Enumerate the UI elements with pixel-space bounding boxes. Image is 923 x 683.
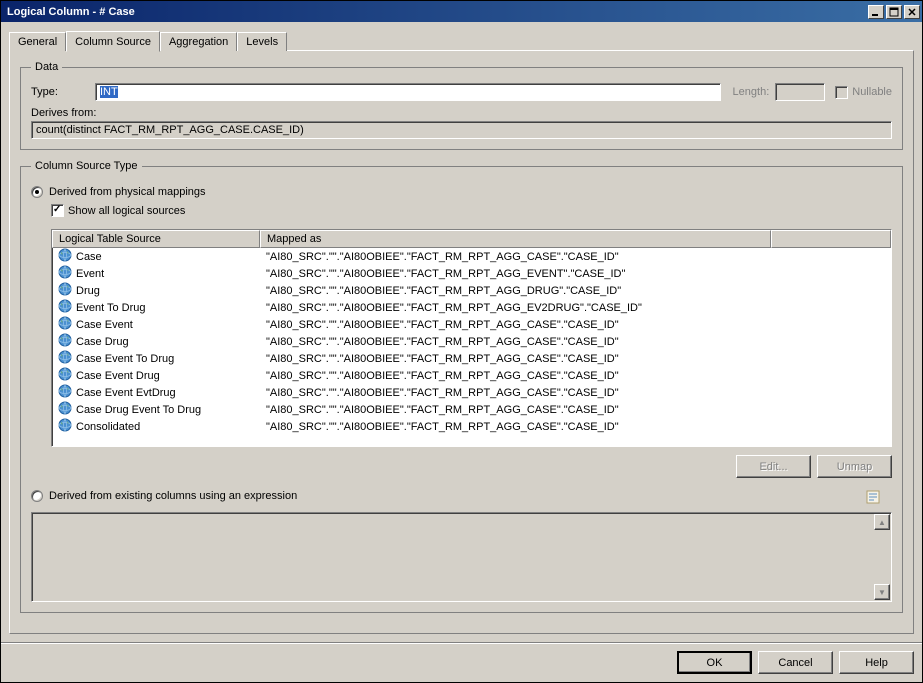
show-all-checkbox[interactable] (51, 204, 64, 217)
scroll-up-button[interactable]: ▲ (874, 514, 890, 530)
table-row[interactable]: Case "AI80_SRC".""."AI80OBIEE"."FACT_RM_R… (52, 248, 891, 265)
source-name: Drug (76, 285, 100, 297)
type-field[interactable]: INT (95, 83, 721, 101)
radio-physical-mappings[interactable] (31, 186, 43, 198)
source-name: Consolidated (76, 421, 140, 433)
scrollbar: ▲ ▼ (874, 514, 890, 600)
mapped-as-value: "AI80_SRC".""."AI80OBIEE"."FACT_RM_RPT_A… (260, 404, 891, 416)
table-row[interactable]: Event "AI80_SRC".""."AI80OBIEE"."FACT_RM_… (52, 265, 891, 282)
derives-field: count(distinct FACT_RM_RPT_AGG_CASE.CASE… (31, 121, 892, 139)
tab-column-source[interactable]: Column Source (66, 31, 160, 52)
tabs: General Column Source Aggregation Levels (9, 30, 914, 51)
window-title: Logical Column - # Case (3, 6, 866, 18)
source-legend: Column Source Type (31, 160, 142, 172)
source-name: Case Drug (76, 336, 129, 348)
globe-icon (58, 265, 72, 282)
table-row[interactable]: Case Event To Drug "AI80_SRC".""."AI80OBI… (52, 350, 891, 367)
close-button[interactable] (904, 5, 920, 19)
globe-icon (58, 299, 72, 316)
mapped-as-value: "AI80_SRC".""."AI80OBIEE"."FACT_RM_RPT_A… (260, 421, 891, 433)
source-name: Case Event (76, 319, 133, 331)
mapped-as-value: "AI80_SRC".""."AI80OBIEE"."FACT_RM_RPT_A… (260, 302, 891, 314)
source-name: Case (76, 251, 102, 263)
mapped-as-value: "AI80_SRC".""."AI80OBIEE"."FACT_RM_RPT_A… (260, 336, 891, 348)
source-name: Case Event Drug (76, 370, 160, 382)
radio-expression[interactable] (31, 490, 43, 502)
table-row[interactable]: Consolidated "AI80_SRC".""."AI80OBIEE"."F… (52, 418, 891, 435)
radio-physical-label: Derived from physical mappings (49, 186, 206, 198)
globe-icon (58, 282, 72, 299)
mapped-as-value: "AI80_SRC".""."AI80OBIEE"."FACT_RM_RPT_A… (260, 285, 891, 297)
edit-button[interactable]: Edit... (736, 455, 811, 478)
globe-icon (58, 316, 72, 333)
source-name: Event (76, 268, 104, 280)
help-button[interactable]: Help (839, 651, 914, 674)
cancel-button[interactable]: Cancel (758, 651, 833, 674)
nullable-label: Nullable (852, 86, 892, 98)
source-name: Case Event EvtDrug (76, 387, 176, 399)
unmap-button[interactable]: Unmap (817, 455, 892, 478)
dialog-window: Logical Column - # Case General Column S… (0, 0, 923, 683)
mappings-table[interactable]: Logical Table Source Mapped as Case "AI80… (51, 229, 892, 447)
minimize-button[interactable] (868, 5, 884, 19)
maximize-button[interactable] (886, 5, 902, 19)
globe-icon (58, 248, 72, 265)
table-row[interactable]: Case Drug Event To Drug "AI80_SRC".""."AI… (52, 401, 891, 418)
tab-aggregation[interactable]: Aggregation (160, 32, 237, 51)
table-row[interactable]: Case Event EvtDrug "AI80_SRC".""."AI80OBI… (52, 384, 891, 401)
source-name: Case Event To Drug (76, 353, 174, 365)
globe-icon (58, 418, 72, 435)
mapped-as-value: "AI80_SRC".""."AI80OBIEE"."FACT_RM_RPT_A… (260, 251, 891, 263)
mapped-as-value: "AI80_SRC".""."AI80OBIEE"."FACT_RM_RPT_A… (260, 387, 891, 399)
col-logical-table-source[interactable]: Logical Table Source (52, 230, 260, 248)
source-name: Event To Drug (76, 302, 146, 314)
data-group: Data Type: INT Length: Nullable Derives … (20, 61, 903, 150)
type-label: Type: (31, 86, 95, 98)
titlebar: Logical Column - # Case (1, 1, 922, 22)
col-spacer (771, 230, 891, 248)
length-field (775, 83, 825, 101)
mapped-as-value: "AI80_SRC".""."AI80OBIEE"."FACT_RM_RPT_A… (260, 268, 891, 280)
expression-edit-icon[interactable] (866, 490, 880, 504)
table-row[interactable]: Case Event "AI80_SRC".""."AI80OBIEE"."FAC… (52, 316, 891, 333)
globe-icon (58, 384, 72, 401)
show-all-label: Show all logical sources (68, 205, 185, 217)
tab-levels[interactable]: Levels (237, 32, 287, 51)
nullable-checkbox (835, 86, 848, 99)
table-row[interactable]: Drug "AI80_SRC".""."AI80OBIEE"."FACT_RM_R… (52, 282, 891, 299)
dialog-footer: OK Cancel Help (1, 642, 922, 682)
table-row[interactable]: Event To Drug "AI80_SRC".""."AI80OBIEE"."… (52, 299, 891, 316)
expression-textarea: ▲ ▼ (31, 512, 892, 602)
source-name: Case Drug Event To Drug (76, 404, 201, 416)
tab-general[interactable]: General (9, 32, 66, 51)
derives-label: Derives from: (31, 107, 96, 119)
globe-icon (58, 401, 72, 418)
table-row[interactable]: Case Event Drug "AI80_SRC".""."AI80OBIEE"… (52, 367, 891, 384)
globe-icon (58, 350, 72, 367)
length-label: Length: (733, 86, 770, 98)
table-row[interactable]: Case Drug "AI80_SRC".""."AI80OBIEE"."FACT… (52, 333, 891, 350)
column-source-type-group: Column Source Type Derived from physical… (20, 160, 903, 613)
globe-icon (58, 367, 72, 384)
data-legend: Data (31, 61, 62, 73)
tab-panel: Data Type: INT Length: Nullable Derives … (9, 50, 914, 634)
mapped-as-value: "AI80_SRC".""."AI80OBIEE"."FACT_RM_RPT_A… (260, 353, 891, 365)
mapped-as-value: "AI80_SRC".""."AI80OBIEE"."FACT_RM_RPT_A… (260, 319, 891, 331)
globe-icon (58, 333, 72, 350)
col-mapped-as[interactable]: Mapped as (260, 230, 771, 248)
mapped-as-value: "AI80_SRC".""."AI80OBIEE"."FACT_RM_RPT_A… (260, 370, 891, 382)
ok-button[interactable]: OK (677, 651, 752, 674)
scroll-down-button[interactable]: ▼ (874, 584, 890, 600)
radio-expression-label: Derived from existing columns using an e… (49, 490, 297, 502)
